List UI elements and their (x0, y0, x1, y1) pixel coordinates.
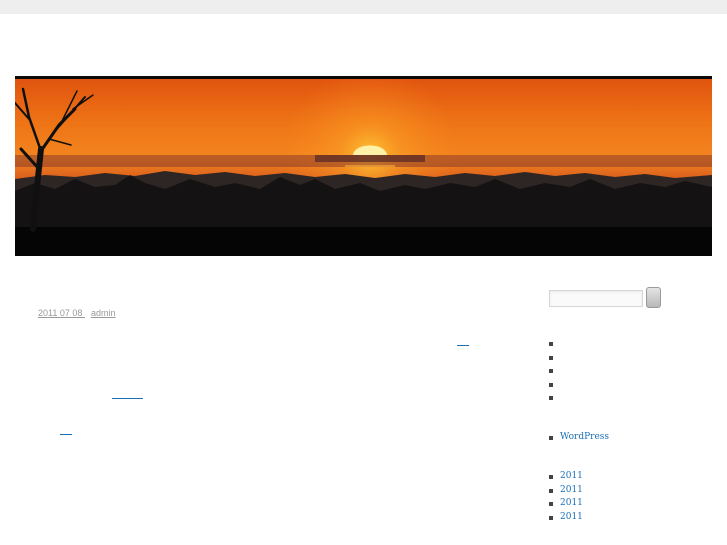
bullet-icon (549, 342, 553, 346)
post-content-link[interactable] (60, 434, 72, 435)
archive-link-label: 2011 (560, 511, 583, 522)
archive-link-label: 2011 (560, 471, 583, 481)
sidebar-meta-list: WordPress (549, 431, 609, 445)
list-item[interactable] (549, 364, 560, 378)
bullet-icon (549, 515, 553, 520)
post-content-link[interactable] (112, 398, 143, 399)
post-date-link[interactable]: 2011 07 08 (38, 308, 85, 318)
meta-link-label: WordPress (560, 432, 610, 442)
search-button[interactable] (646, 287, 661, 308)
post-date-day: 08 (72, 308, 83, 318)
bullet-icon (549, 396, 553, 400)
header-image (15, 79, 712, 256)
list-item[interactable] (549, 337, 560, 351)
bullet-icon (549, 502, 553, 506)
list-item[interactable] (549, 391, 560, 405)
sidebar-widget-list (549, 337, 560, 405)
meta-link-wordpress[interactable]: WordPress (549, 431, 609, 445)
post-content-link[interactable] (457, 345, 469, 346)
archive-link[interactable]: 2011 (549, 511, 583, 525)
bullet-icon (549, 355, 553, 360)
search-input[interactable] (549, 290, 643, 307)
list-item[interactable] (549, 378, 560, 392)
archive-link[interactable]: 2011 (549, 484, 583, 498)
bullet-icon (549, 475, 553, 479)
sidebar-archive-list: 2011 2011 2011 2011 (549, 470, 583, 524)
post-date-month: 07 (59, 308, 70, 318)
post-meta: 2011 07 08 admin (38, 308, 115, 318)
archive-link-label: 2011 (560, 484, 583, 495)
bullet-icon (549, 436, 553, 440)
post-date-year: 2011 (38, 308, 58, 318)
archive-link[interactable]: 2011 (549, 470, 583, 484)
bullet-icon (549, 382, 553, 387)
bullet-icon (549, 369, 553, 373)
top-bar (0, 0, 727, 14)
bullet-icon (549, 488, 553, 493)
archive-link-label: 2011 (560, 498, 583, 508)
post-author-link[interactable]: admin (91, 308, 116, 318)
list-item[interactable] (549, 351, 560, 365)
archive-link[interactable]: 2011 (549, 497, 583, 511)
